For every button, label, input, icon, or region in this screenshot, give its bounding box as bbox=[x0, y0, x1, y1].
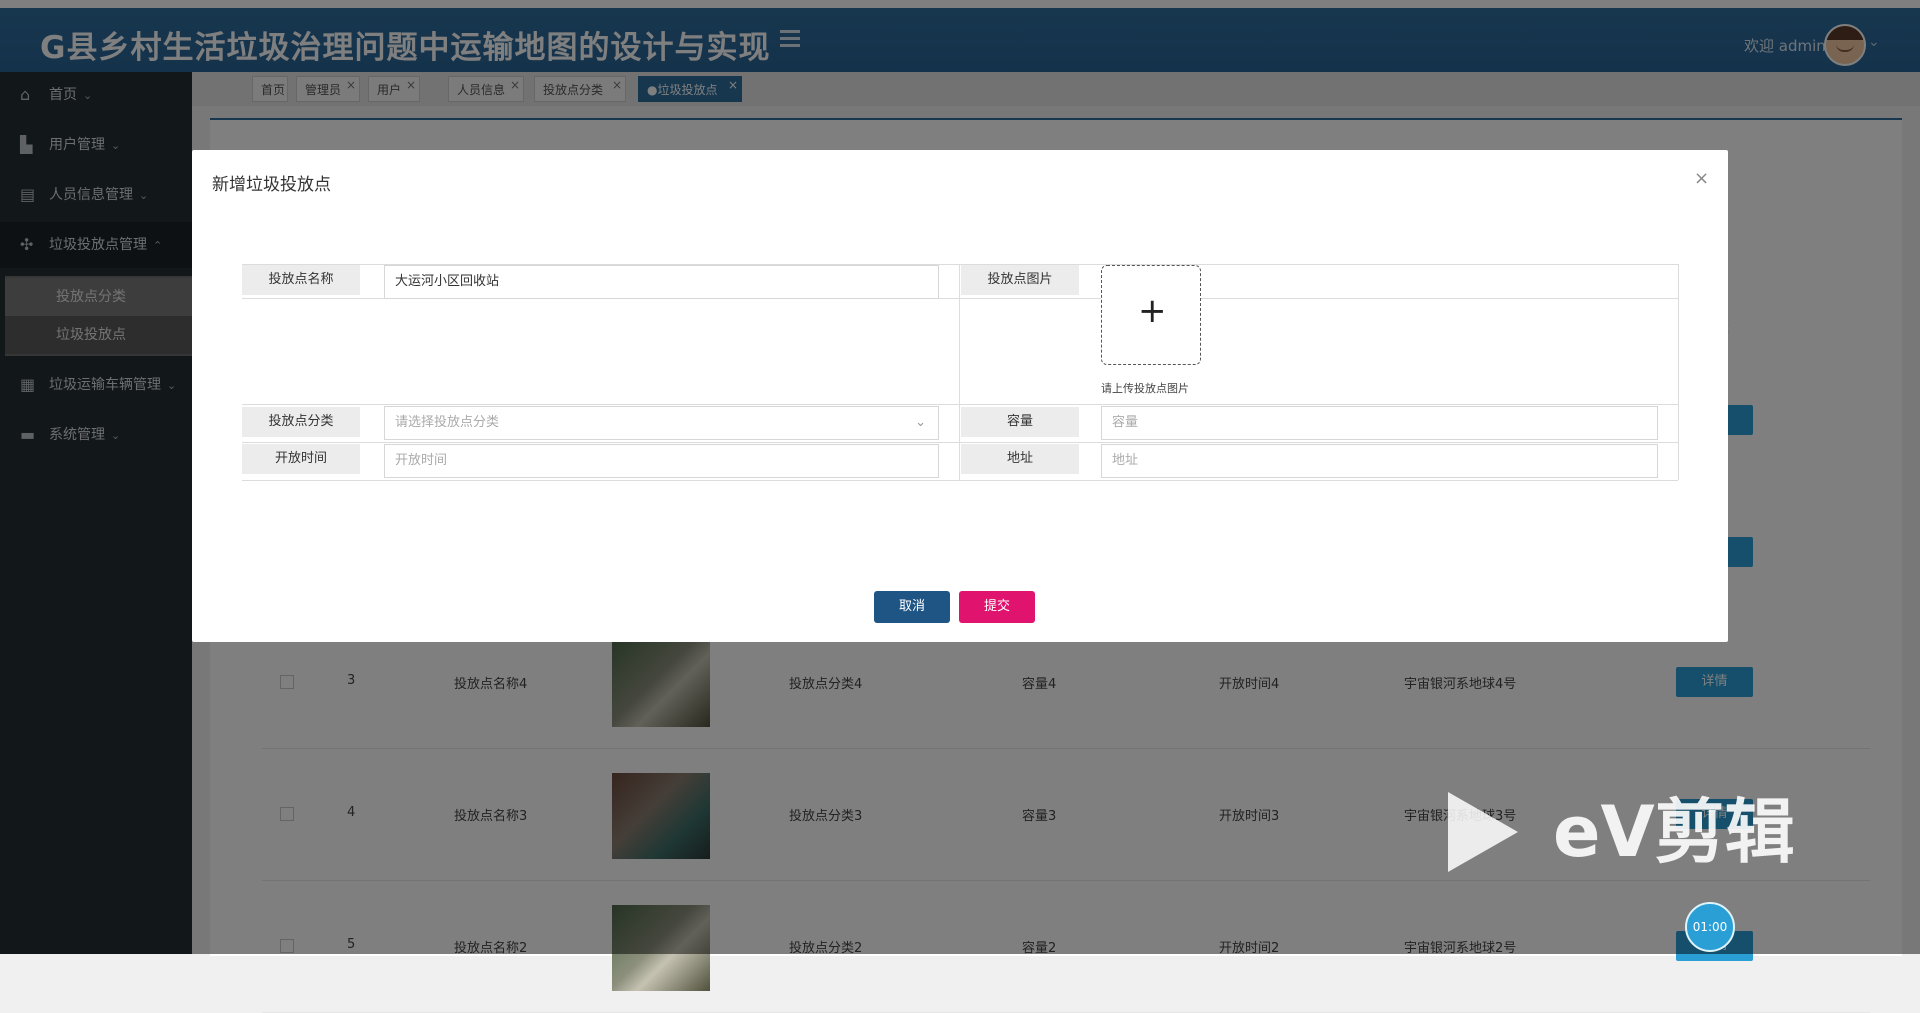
category-label: 投放点分类 bbox=[242, 407, 360, 437]
dialog-title: 新增垃圾投放点 bbox=[212, 175, 331, 195]
name-label: 投放点名称 bbox=[242, 265, 360, 295]
name-field[interactable]: 大运河小区回收站 bbox=[384, 265, 939, 299]
close-icon[interactable]: × bbox=[1694, 168, 1709, 189]
form-divider bbox=[1678, 264, 1679, 480]
watermark-logo: eV剪辑 bbox=[1448, 790, 1818, 880]
chevron-down-icon: ⌄ bbox=[915, 415, 926, 430]
form-divider bbox=[959, 264, 960, 480]
address-field[interactable]: 地址 bbox=[1101, 444, 1658, 478]
form-divider bbox=[242, 480, 1678, 481]
watermark-text: eV剪辑 bbox=[1553, 791, 1795, 873]
category-select[interactable]: 请选择投放点分类 ⌄ bbox=[384, 406, 939, 440]
image-upload-hint: 请上传投放点图片 bbox=[1101, 382, 1189, 395]
add-dropoff-dialog: 新增垃圾投放点 × 投放点名称 大运河小区回收站 投放点图片 + 请上传投放点图… bbox=[192, 150, 1728, 642]
submit-button[interactable]: 提交 bbox=[959, 591, 1035, 623]
form-divider bbox=[242, 404, 1678, 405]
form-divider bbox=[242, 442, 1678, 443]
address-label: 地址 bbox=[961, 444, 1079, 474]
category-placeholder: 请选择投放点分类 bbox=[395, 415, 500, 430]
open-time-field[interactable]: 开放时间 bbox=[384, 444, 939, 478]
image-label: 投放点图片 bbox=[961, 265, 1079, 295]
cancel-button[interactable]: 取消 bbox=[874, 591, 950, 623]
play-icon bbox=[1448, 792, 1518, 872]
plus-icon: + bbox=[1138, 291, 1167, 331]
open-time-label: 开放时间 bbox=[242, 444, 360, 474]
capacity-field[interactable]: 容量 bbox=[1101, 406, 1658, 440]
image-upload-button[interactable]: + bbox=[1101, 265, 1201, 365]
recording-timer: 01:00 bbox=[1685, 902, 1735, 952]
capacity-label: 容量 bbox=[961, 407, 1079, 437]
